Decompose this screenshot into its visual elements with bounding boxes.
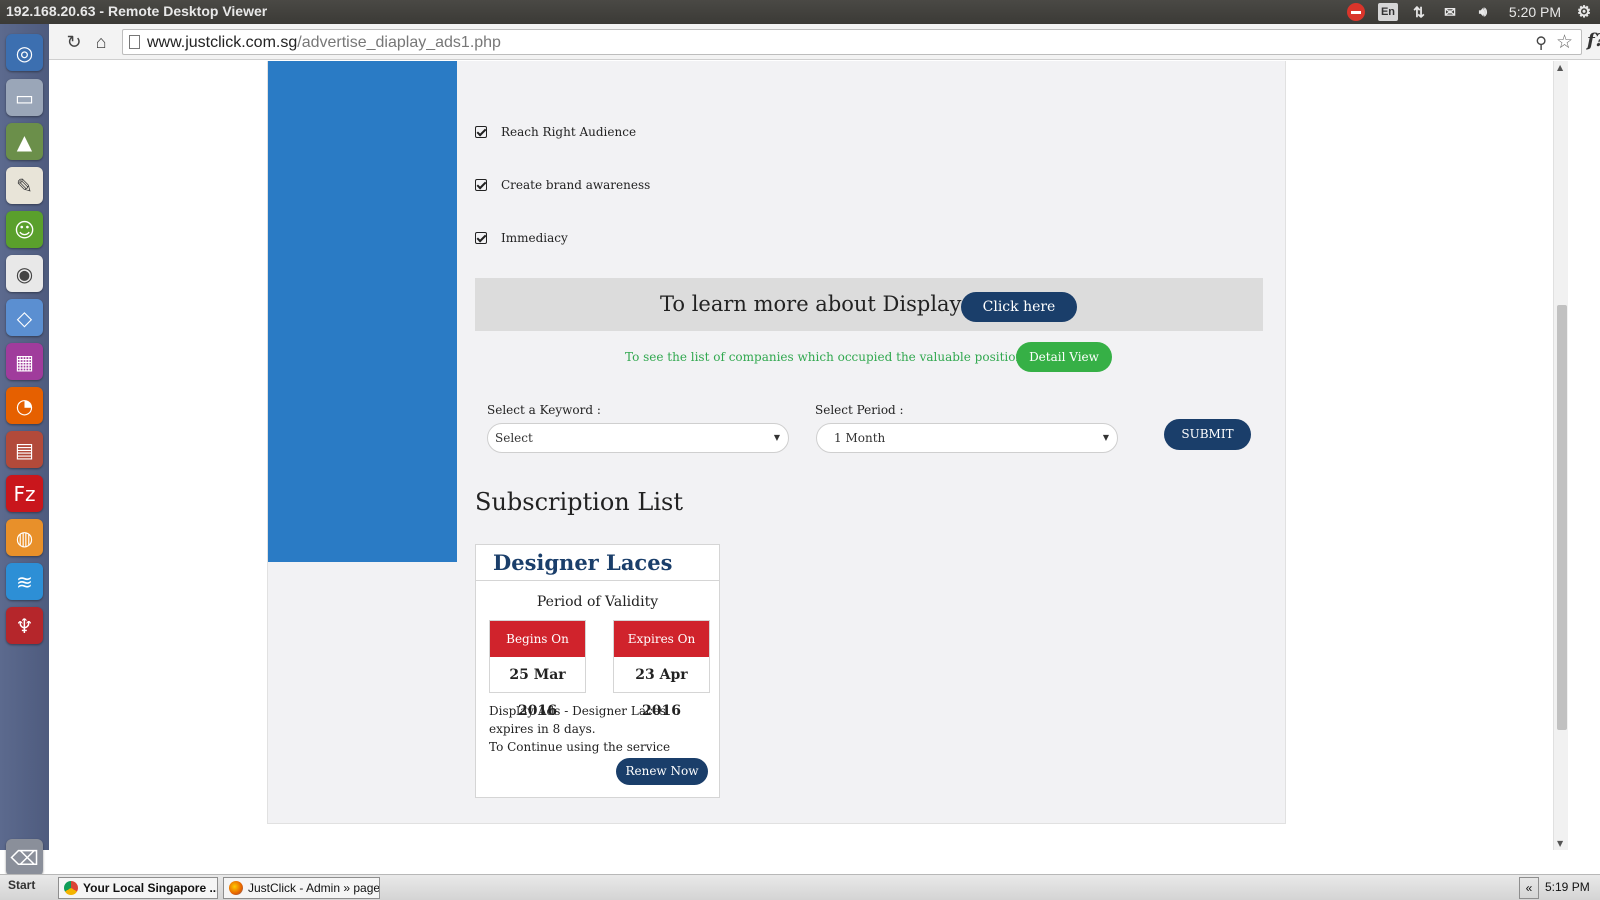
scroll-up-icon[interactable]: ▲: [1557, 63, 1563, 72]
keyword-select-value: Select: [495, 431, 533, 445]
extension-icon[interactable]: f?: [1587, 30, 1600, 51]
companies-list-text: To see the list of companies which occup…: [625, 350, 1060, 364]
period-select[interactable]: 1 Month ▼: [816, 423, 1118, 453]
trash-icon[interactable]: ⌫: [6, 839, 43, 876]
expiry-note-line: Display Ads - Designer Laces expires in …: [489, 704, 666, 736]
begins-on-value: 25 Mar 2016: [509, 667, 566, 719]
virtualbox-icon[interactable]: ◇: [6, 299, 43, 336]
monkey-icon[interactable]: ☺: [6, 211, 43, 248]
detail-view-button[interactable]: Detail View: [1016, 342, 1112, 372]
url-host: www.justclick.com.sg: [147, 34, 298, 51]
system-clock[interactable]: 5:20 PM: [1505, 3, 1565, 21]
thunderbird-icon[interactable]: ≋: [6, 563, 43, 600]
feature-label: Create brand awareness: [501, 178, 651, 192]
network-icon[interactable]: ⇅: [1410, 3, 1428, 21]
feature-label: Reach Right Audience: [501, 125, 637, 139]
subscription-card: Designer Laces Period of Validity Begins…: [475, 544, 720, 798]
bookmark-star-icon[interactable]: ☆: [1556, 31, 1573, 54]
browser-toolbar: ↻ ⌂ www.justclick.com.sg/advertise_diapl…: [49, 24, 1600, 60]
url-path: /advertise_diaplay_ads1.php: [297, 34, 501, 51]
chrome-icon: [64, 881, 78, 895]
period-label: Select Period :: [815, 403, 904, 417]
window-title: 192.168.20.63 - Remote Desktop Viewer: [6, 3, 268, 19]
period-select-value: 1 Month: [834, 431, 886, 445]
page-icon: [129, 35, 140, 49]
continue-note-line: To Continue using the service: [489, 740, 671, 754]
drive-icon[interactable]: ▭: [6, 79, 43, 116]
filezilla-icon[interactable]: Fz: [6, 475, 43, 512]
submit-button[interactable]: SUBMIT: [1164, 419, 1251, 450]
firefox-icon[interactable]: ◔: [6, 387, 43, 424]
scroll-down-icon[interactable]: ▼: [1557, 839, 1563, 848]
feature-label: Immediacy: [501, 231, 568, 245]
home-icon[interactable]: ⌂: [91, 32, 111, 52]
begins-on-box: Begins On 25 Mar 2016: [489, 620, 586, 719]
text-editor-icon[interactable]: ✎: [6, 167, 43, 204]
files-icon[interactable]: ▤: [6, 431, 43, 468]
taskbar-item-firefox[interactable]: JustClick - Admin » page...: [223, 877, 380, 899]
click-here-button[interactable]: Click here: [961, 292, 1077, 322]
dropdown-arrow-icon: ▼: [1102, 433, 1109, 442]
scroll-thumb[interactable]: [1557, 305, 1567, 730]
card-title: Designer Laces: [476, 545, 719, 581]
reload-icon[interactable]: ↻: [64, 32, 84, 52]
subscription-list-heading: Subscription List: [475, 488, 683, 516]
start-button[interactable]: Start: [8, 878, 35, 892]
checkbox-checked-icon: [475, 179, 487, 191]
taskbar-clock: 5:19 PM: [1545, 880, 1590, 894]
checkbox-checked-icon: [475, 232, 487, 244]
feature-item: Immediacy: [475, 231, 568, 245]
feature-item: Reach Right Audience: [475, 125, 636, 139]
learn-more-banner: To learn more about Display Ads, Click h…: [475, 278, 1263, 331]
scroll-track[interactable]: ▲ ▼: [1553, 61, 1568, 850]
feature-item: Create brand awareness: [475, 178, 650, 192]
firefox-icon: [229, 881, 243, 895]
validity-label: Period of Validity: [536, 594, 659, 610]
volume-icon[interactable]: 🔊︎: [1472, 3, 1494, 21]
wine-icon[interactable]: ♆: [6, 607, 43, 644]
content-container: Reach Right Audience Create brand awaren…: [267, 61, 1286, 824]
system-top-panel: 192.168.20.63 - Remote Desktop Viewer En…: [0, 0, 1600, 24]
keyword-select[interactable]: Select ▼: [487, 423, 789, 453]
blender-icon[interactable]: ◍: [6, 519, 43, 556]
page-viewport: Reach Right Audience Create brand awaren…: [49, 61, 1553, 850]
expires-on-value: 23 Apr 2016: [635, 667, 688, 719]
expires-on-label: Expires On: [614, 621, 709, 657]
dash-icon[interactable]: ◎: [6, 34, 43, 71]
chrome-icon[interactable]: ◉: [6, 255, 43, 292]
keyboard-language-indicator[interactable]: En: [1378, 3, 1398, 21]
expires-on-box: Expires On 23 Apr 2016: [613, 620, 710, 719]
taskbar-item-label: Your Local Singapore ...: [83, 881, 218, 895]
stop-icon[interactable]: [1345, 3, 1367, 21]
begins-on-label: Begins On: [490, 621, 585, 657]
expiry-note: Display Ads - Designer Laces expires in …: [489, 702, 714, 756]
blue-sidebar: [268, 61, 457, 562]
mail-icon[interactable]: ✉: [1440, 3, 1460, 21]
taskbar: Start Your Local Singapore ... JustClick…: [0, 874, 1600, 900]
page-scrollbar[interactable]: ▲ ▼: [1553, 61, 1600, 850]
url-text[interactable]: www.justclick.com.sg/advertise_diaplay_a…: [147, 34, 501, 52]
gear-icon[interactable]: ⚙: [1574, 3, 1594, 21]
taskbar-item-chrome[interactable]: Your Local Singapore ...: [58, 877, 218, 899]
launcher: ◎ ▭ ▲ ✎ ☺ ◉ ◇ ▦ ◔ ▤ Fz ◍ ≋ ♆ ⌫: [0, 24, 49, 876]
workspace-icon[interactable]: ▦: [6, 343, 43, 380]
address-bar[interactable]: www.justclick.com.sg/advertise_diaplay_a…: [122, 29, 1582, 55]
dropdown-arrow-icon: ▼: [773, 433, 780, 442]
checkbox-checked-icon: [475, 126, 487, 138]
taskbar-item-label: JustClick - Admin » page...: [248, 881, 380, 895]
zoom-icon[interactable]: ⚲: [1535, 33, 1547, 53]
photo-icon[interactable]: ▲: [6, 123, 43, 160]
tray-collapse-button[interactable]: «: [1519, 877, 1539, 899]
renew-now-button[interactable]: Renew Now: [616, 758, 708, 785]
keyword-label: Select a Keyword :: [487, 403, 601, 417]
